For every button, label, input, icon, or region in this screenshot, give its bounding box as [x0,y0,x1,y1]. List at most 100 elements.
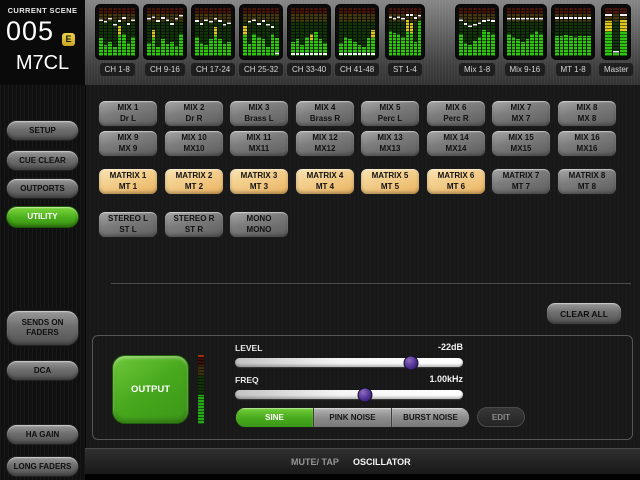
meter-group-mt-1-8[interactable] [551,4,595,60]
meter-group-label: CH 17-24 [191,63,236,76]
meter-group-label: CH 41-48 [335,63,380,76]
meter-group-st-1-4[interactable] [385,4,425,60]
meter-group-mix-1-8[interactable] [455,4,499,60]
meter-bar [486,8,491,56]
channel-button-mix-8[interactable]: MIX 8 MX 8 [557,100,617,127]
meter-bar [213,8,218,56]
meter-bar [530,8,534,56]
freq-slider[interactable] [235,387,463,402]
freq-value: 1.00kHz [429,374,463,384]
channel-button-matrix-1[interactable]: MATRIX 1 MT 1 [98,168,158,195]
meter-bar [108,8,112,56]
channel-button-mix-1[interactable]: MIX 1 Dr L [98,100,158,127]
channel-button-mix-4[interactable]: MIX 4 Brass R [295,100,355,127]
meter-bar [605,8,612,56]
meter-bar [295,8,300,56]
channel-button-line1: MIX 9 [117,133,139,143]
sidebar-item-cue-clear[interactable]: CUE CLEAR [6,150,79,171]
meter-bar [463,8,468,56]
channel-button-mix-16[interactable]: MIX 16 MX16 [557,130,617,157]
meter-bar [482,8,486,56]
level-slider[interactable] [235,355,463,370]
channel-button-line2: Dr L [120,113,136,123]
channel-button-mix-13[interactable]: MIX 13 MX13 [360,130,420,157]
meter-group-ch-17-24[interactable] [191,4,235,60]
meter-group-ch-9-16[interactable] [143,4,187,60]
channel-button-mix-7[interactable]: MIX 7 MX 7 [491,100,551,127]
meter-bar [99,8,103,56]
channel-button-mix-9[interactable]: MIX 9 MX 9 [98,130,158,157]
meter-group-label: ST 1-4 [388,63,422,76]
edit-button[interactable]: EDIT [477,407,525,427]
channel-button-matrix-8[interactable]: MATRIX 8 MT 8 [557,168,617,195]
meter-group-master[interactable] [601,4,631,60]
channel-button-mix-3[interactable]: MIX 3 Brass L [229,100,289,127]
channel-button-stereo-r[interactable]: STEREO R ST R [164,211,224,238]
channel-button-line1: MIX 6 [445,103,467,113]
console-name: M7CL [15,52,70,74]
channel-button-line1: MATRIX 3 [240,171,278,181]
channel-button-matrix-6[interactable]: MATRIX 6 MT 6 [426,168,486,195]
sidebar-item-dca[interactable]: DCA [6,360,79,381]
channel-button-matrix-2[interactable]: MATRIX 2 MT 2 [164,168,224,195]
sidebar: SETUP CUE CLEAR OUTPORTS UTILITY SENDS ON FA… [0,85,85,480]
meter-bar [520,8,525,56]
sidebar-item-utility[interactable]: UTILITY [6,206,79,228]
channel-button-matrix-5[interactable]: MATRIX 5 MT 5 [360,168,420,195]
sidebar-item-setup[interactable]: SETUP [6,120,79,141]
sidebar-item-long-faders[interactable]: LONG FADERS [6,456,79,477]
meter-bar [151,8,156,56]
channel-button-stereo-l[interactable]: STEREO L ST L [98,211,158,238]
current-scene-panel[interactable]: CURRENT SCENE 005 E M7CL [0,0,85,85]
channel-button-line2: MONO [246,224,272,234]
meter-bar [491,8,495,56]
tab-oscillator[interactable]: OSCILLATOR [347,449,417,474]
mode-burst-noise-button[interactable]: BURST NOISE [392,408,469,427]
mode-sine-button[interactable]: SINE [236,408,314,427]
oscillator-output-button[interactable]: OUTPUT [112,355,189,424]
meter-bar [468,8,472,56]
grid-divider [111,283,631,284]
channel-button-mix-15[interactable]: MIX 15 MX15 [491,130,551,157]
channel-button-matrix-3[interactable]: MATRIX 3 MT 3 [229,168,289,195]
level-slider-handle[interactable] [403,355,419,370]
channel-button-line1: MIX 2 [183,103,205,113]
channel-button-matrix-4[interactable]: MATRIX 4 MT 4 [295,168,355,195]
meter-group-mix-9-16[interactable] [503,4,547,60]
meter-bar [516,8,520,56]
meter-bar [179,8,183,56]
channel-button-mix-12[interactable]: MIX 12 MX12 [295,130,355,157]
channel-button-line2: MT 7 [511,181,531,191]
channel-button-line2: Brass R [309,113,341,123]
channel-button-line1: MATRIX 1 [109,171,147,181]
clear-all-button[interactable]: CLEAR ALL [546,302,622,325]
meter-group-ch-25-32[interactable] [239,4,283,60]
channel-button-mix-5[interactable]: MIX 5 Perc L [360,100,420,127]
meter-bar [147,8,151,56]
channel-button-line1: MONO [246,214,272,224]
meter-bar [401,8,405,56]
meter-bar [266,8,270,56]
meter-group-ch-1-8[interactable] [95,4,139,60]
sidebar-item-outports[interactable]: OUTPORTS [6,178,79,199]
channel-button-matrix-7[interactable]: MATRIX 7 MT 7 [491,168,551,195]
channel-button-line2: MX16 [576,143,598,153]
channel-button-mix-6[interactable]: MIX 6 Perc R [426,100,486,127]
meter-group-ch-33-40[interactable] [287,4,331,60]
channel-button-mono[interactable]: MONO MONO [229,211,289,238]
freq-slider-handle[interactable] [357,387,373,402]
channel-button-line2: MT 1 [118,181,138,191]
channel-button-line2: MT 4 [315,181,335,191]
channel-button-mix-11[interactable]: MIX 11 MX11 [229,130,289,157]
channel-button-mix-10[interactable]: MIX 10 MX10 [164,130,224,157]
sidebar-item-ha-gain[interactable]: HA GAIN [6,424,79,445]
sidebar-item-sends-on-faders[interactable]: SENDS ON FADERS [6,310,79,346]
meter-bar [112,8,117,56]
meter-group-ch-41-48[interactable] [335,4,379,60]
meter-bar [304,8,309,56]
tab-mute-tap[interactable]: MUTE/ TAP [285,449,345,474]
channel-button-mix-14[interactable]: MIX 14 MX14 [426,130,486,157]
meter-group-label: Mix 9-16 [504,63,546,76]
mode-pink-noise-button[interactable]: PINK NOISE [314,408,392,427]
channel-button-mix-2[interactable]: MIX 2 Dr R [164,100,224,127]
